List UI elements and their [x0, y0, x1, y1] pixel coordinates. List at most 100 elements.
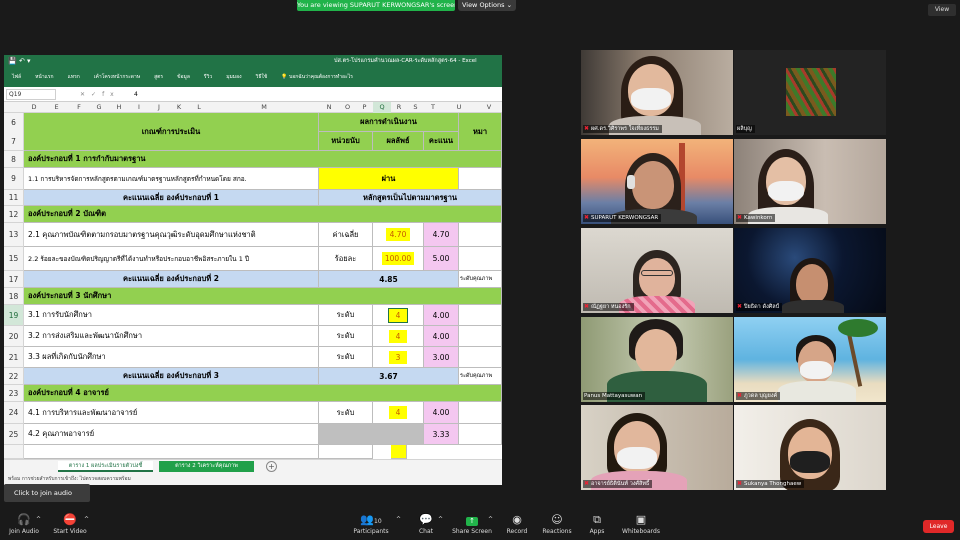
- average-label-cell[interactable]: คะแนนเฉลี่ย องค์ประกอบที่ 2: [24, 271, 319, 288]
- row-number[interactable]: 25: [4, 424, 24, 445]
- output-header[interactable]: ผลลัพธ์: [373, 132, 424, 151]
- ribbon-tab[interactable]: ข้อมูล: [177, 68, 190, 87]
- unit-cell[interactable]: ระดับ: [319, 347, 373, 368]
- score-cell[interactable]: 4.00: [424, 326, 459, 347]
- average-result-cell[interactable]: 4.85: [319, 271, 459, 288]
- video-tile[interactable]: ✖ SUPARUT KERWONGSAR: [581, 139, 733, 224]
- chevron-up-icon[interactable]: ^: [36, 516, 41, 523]
- section-cell[interactable]: องค์ประกอบที่ 1 การกำกับมาตรฐาน: [24, 151, 502, 168]
- note-cell[interactable]: [459, 402, 502, 424]
- column-header[interactable]: F: [69, 102, 89, 113]
- average-result-cell[interactable]: หลักสูตรเป็นไปตามมาตรฐาน: [319, 190, 502, 206]
- start-video-button[interactable]: ⛔ Start Video: [52, 513, 88, 537]
- score-header[interactable]: คะแนน: [424, 132, 459, 151]
- average-label-cell[interactable]: คะแนนเฉลี่ย องค์ประกอบที่ 3: [24, 368, 319, 385]
- video-tile[interactable]: ผลิบุญ: [734, 50, 886, 135]
- output-cell[interactable]: 4: [388, 406, 408, 419]
- ribbon-tab[interactable]: หน้าแรก: [35, 68, 53, 87]
- score-cell[interactable]: 3.00: [424, 347, 459, 368]
- score-cell[interactable]: 5.00: [424, 247, 459, 271]
- criteria-header[interactable]: เกณฑ์การประเมิน: [24, 113, 319, 151]
- quick-access-icons[interactable]: 💾 ↶ ▾: [8, 55, 31, 68]
- note-cell[interactable]: [459, 305, 502, 326]
- output-cell[interactable]: 4.70: [385, 228, 411, 241]
- row-number[interactable]: 23: [4, 385, 24, 402]
- ribbon-tab[interactable]: วิธีใช้: [256, 68, 268, 87]
- row-number[interactable]: 20: [4, 326, 24, 347]
- row-number[interactable]: 9: [4, 168, 24, 190]
- unit-cell[interactable]: ค่าเฉลี่ย: [319, 223, 373, 247]
- note-cell[interactable]: [459, 247, 502, 271]
- gray-cell[interactable]: [319, 424, 424, 445]
- apps-button[interactable]: ⧉ Apps: [585, 513, 609, 537]
- average-label-cell[interactable]: คะแนนเฉลี่ย องค์ประกอบที่ 1: [24, 190, 319, 206]
- unit-cell[interactable]: ระดับ: [319, 305, 373, 326]
- score-cell[interactable]: 3.33: [424, 424, 459, 445]
- column-header[interactable]: M: [209, 102, 319, 113]
- criteria-cell[interactable]: 2.1 คุณภาพบัณฑิตตามกรอบมาตรฐานคุณวุฒิระด…: [24, 223, 319, 247]
- average-result-cell[interactable]: 3.67: [319, 368, 459, 385]
- criteria-cell[interactable]: 2.2 ร้อยละของบัณฑิตปริญญาตรีที่ได้งานทำห…: [24, 247, 319, 271]
- ribbon-tab[interactable]: เค้าโครงหน้ากระดาษ: [94, 68, 140, 87]
- ribbon-tab[interactable]: แทรก: [68, 68, 80, 87]
- output-cell[interactable]: 100.00: [381, 252, 415, 265]
- unit-header[interactable]: หน่วยนับ: [319, 132, 373, 151]
- quality-level-cell[interactable]: ระดับคุณภาพ: [459, 271, 502, 288]
- row-number[interactable]: 12: [4, 206, 24, 223]
- row-number[interactable]: 13: [4, 223, 24, 247]
- quality-level-cell[interactable]: ระดับคุณภาพ: [459, 368, 502, 385]
- ribbon-tab[interactable]: สูตร: [154, 68, 163, 87]
- column-header[interactable]: L: [189, 102, 209, 113]
- video-tile-active-speaker[interactable]: Panus Mattayasuwan: [581, 317, 733, 402]
- row-number[interactable]: 19: [4, 305, 24, 326]
- name-box[interactable]: Q19: [6, 89, 56, 100]
- note-header[interactable]: หมา: [459, 113, 502, 151]
- output-cell[interactable]: 3: [388, 350, 408, 364]
- output-cell[interactable]: 4: [388, 329, 408, 343]
- note-cell[interactable]: [459, 424, 502, 445]
- column-header[interactable]: G: [89, 102, 109, 113]
- criteria-cell[interactable]: 3.2 การส่งเสริมและพัฒนานักศึกษา: [24, 326, 319, 347]
- section-cell[interactable]: องค์ประกอบที่ 3 นักศึกษา: [24, 288, 502, 305]
- column-header[interactable]: E: [44, 102, 69, 113]
- column-header[interactable]: I: [129, 102, 149, 113]
- chevron-up-icon[interactable]: ^: [488, 516, 493, 523]
- fx-icon[interactable]: fx: [102, 91, 120, 98]
- leave-button[interactable]: Leave: [923, 520, 954, 533]
- note-cell[interactable]: [459, 168, 502, 190]
- unit-cell[interactable]: ร้อยละ: [319, 247, 373, 271]
- video-tile[interactable]: ✖ Kawinkorn: [734, 139, 886, 224]
- section-cell[interactable]: องค์ประกอบที่ 2 บัณฑิต: [24, 206, 502, 223]
- row-number[interactable]: 15: [4, 247, 24, 271]
- row-number[interactable]: 11: [4, 190, 24, 206]
- ribbon-tab[interactable]: มุมมอง: [226, 68, 241, 87]
- check-icon[interactable]: ✓: [91, 91, 102, 98]
- criteria-cell[interactable]: 4.1 การบริหารและพัฒนาอาจารย์: [24, 402, 319, 424]
- cancel-icon[interactable]: ✕: [80, 91, 91, 98]
- unit-cell[interactable]: ระดับ: [319, 402, 373, 424]
- column-header[interactable]: N: [319, 102, 339, 113]
- sheet-tab-active[interactable]: ตาราง 1 ผลประเมินรายตัวบ่งชี้: [58, 461, 153, 472]
- column-header[interactable]: P: [356, 102, 373, 113]
- video-tile[interactable]: ✖ ปิยธิดา ดังศิลป์: [734, 228, 886, 313]
- column-header[interactable]: V: [476, 102, 502, 113]
- video-tile[interactable]: ✖ ผศ.ดร.วิศิราพร ใจเที่ยงธรรม: [581, 50, 733, 135]
- reactions-button[interactable]: ☺ Reactions: [541, 513, 573, 537]
- column-header[interactable]: S: [407, 102, 424, 113]
- output-cell-selected[interactable]: 4: [387, 307, 409, 323]
- sheet-tab[interactable]: ตาราง 2 วิเคราะห์คุณภาพ: [159, 461, 254, 472]
- results-header[interactable]: ผลการดำเนินงาน: [319, 113, 459, 132]
- section-cell[interactable]: องค์ประกอบที่ 4 อาจารย์: [24, 385, 502, 402]
- row-number[interactable]: 17: [4, 271, 24, 288]
- whiteboards-button[interactable]: ▣ Whiteboards: [621, 513, 661, 537]
- row-number[interactable]: 67: [4, 113, 24, 151]
- chevron-up-icon[interactable]: ^: [438, 516, 443, 523]
- score-cell[interactable]: 4.00: [424, 305, 459, 326]
- chat-button[interactable]: 💬 Chat: [413, 513, 439, 537]
- pass-cell[interactable]: ผ่าน: [319, 168, 459, 190]
- share-screen-button[interactable]: ↑ Share Screen: [452, 513, 492, 537]
- tell-me-search[interactable]: 💡 บอกฉันว่าคุณต้องการทำอะไร: [281, 68, 353, 87]
- row-number[interactable]: 21: [4, 347, 24, 368]
- ribbon-tab[interactable]: ไฟล์: [12, 68, 21, 87]
- column-header[interactable]: K: [169, 102, 189, 113]
